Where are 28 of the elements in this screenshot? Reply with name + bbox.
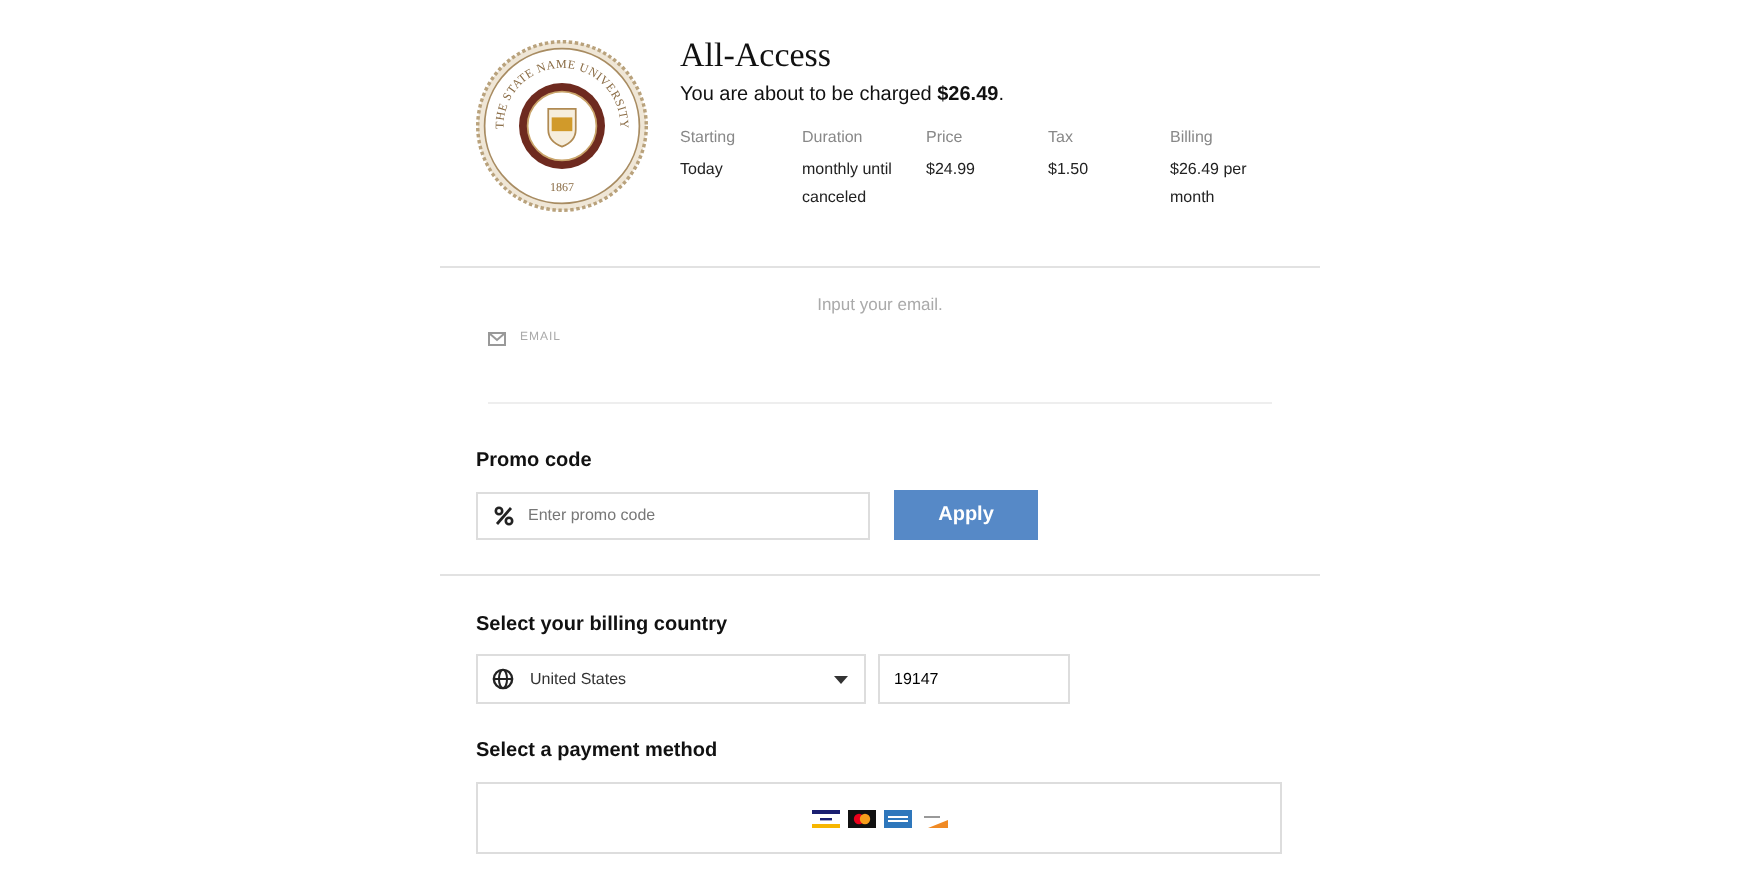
plan-title: All-Access <box>680 36 834 76</box>
promo-code-field[interactable]: Enter promo code <box>476 491 870 539</box>
section-heading: Select a payment method <box>476 740 720 762</box>
detail-value: $1.50 <box>1048 158 1091 182</box>
card-icon <box>847 809 875 827</box>
detail-label: Price <box>926 128 965 148</box>
detail-value: $26.49 per month <box>1170 158 1249 210</box>
detail-value: Today <box>680 158 725 182</box>
section-heading: Select your billing country <box>476 614 730 636</box>
postal-code-field[interactable]: 19147 <box>878 654 1070 704</box>
detail-label: Billing <box>1170 128 1215 148</box>
detail-label: Tax <box>1048 128 1075 148</box>
section-heading: Promo code <box>476 450 594 472</box>
card-icon <box>883 809 911 827</box>
apply-button[interactable]: Apply <box>894 490 1038 540</box>
percent-icon <box>494 505 514 525</box>
detail-label: Starting <box>680 128 738 148</box>
caret-icon <box>834 675 848 683</box>
detail-value: $24.99 <box>926 158 977 182</box>
country-dropdown[interactable]: United States <box>476 654 866 704</box>
mail-icon <box>488 332 506 346</box>
payment-method-box[interactable] <box>476 782 1282 854</box>
globe-icon <box>492 668 514 690</box>
detail-value: monthly until canceled <box>802 158 894 210</box>
card-icon <box>811 809 839 827</box>
email-prompt: Input your email. <box>815 294 945 314</box>
charge-summary: You are about to be charged $26.49. <box>680 84 1006 106</box>
detail-label: Duration <box>802 128 865 148</box>
